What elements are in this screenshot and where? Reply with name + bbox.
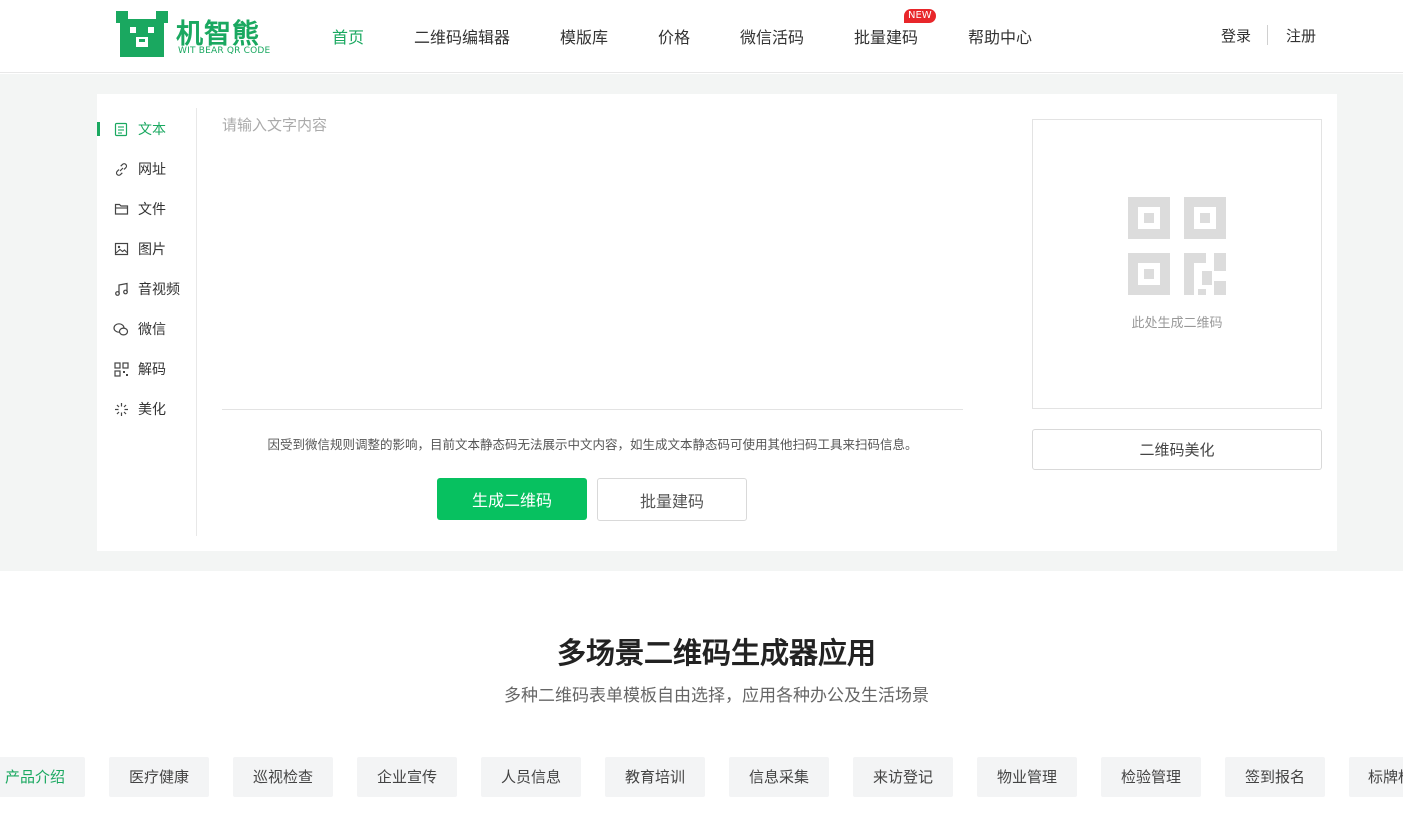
sidebar-item-label: 音视频 [138, 282, 180, 298]
nav-qr-editor[interactable]: 二维码编辑器 [414, 24, 510, 48]
sidebar-active-indicator [97, 122, 100, 136]
wechat-notice: 因受到微信规则调整的影响，目前文本静态码无法展示中文内容，如生成文本静态码可使用… [267, 437, 918, 452]
nav-templates[interactable]: 模版库 [560, 24, 608, 48]
scene-tab-medical[interactable]: 医疗健康 [109, 757, 209, 797]
sidebar-item-label: 图片 [138, 242, 166, 258]
sidebar-item-label: 美化 [138, 402, 166, 418]
batch-create-button[interactable]: 批量建码 [597, 478, 747, 521]
scene-tab-product-intro[interactable]: 产品介绍 [0, 757, 85, 797]
scene-tab-personnel[interactable]: 人员信息 [481, 757, 581, 797]
nav-help-center[interactable]: 帮助中心 [968, 24, 1032, 48]
beautify-qr-button[interactable]: 二维码美化 [1032, 429, 1322, 470]
generator-panel: 文本 网址 文件 图片 音视频 微信 解码 美化 请输入文字内容 因受到微信规则… [97, 94, 1337, 551]
scene-tab-education[interactable]: 教育培训 [605, 757, 705, 797]
sidebar-item-beautify[interactable]: 美化 [113, 397, 213, 421]
scene-tab-signage[interactable]: 标牌标 [1349, 757, 1403, 797]
scene-tab-visitor[interactable]: 来访登记 [853, 757, 953, 797]
logo-name-en: WIT BEAR QR CODE [178, 46, 271, 56]
document-icon [113, 121, 129, 137]
top-header: 机智熊 WIT BEAR QR CODE 首页 二维码编辑器 模版库 价格 微信… [0, 0, 1403, 73]
sidebar-item-url[interactable]: 网址 [113, 157, 213, 181]
wechat-icon [113, 321, 129, 337]
new-badge: NEW [904, 9, 936, 23]
login-link[interactable]: 登录 [1221, 25, 1251, 46]
scene-tab-inspection[interactable]: 巡视检查 [233, 757, 333, 797]
scene-tab-property[interactable]: 物业管理 [977, 757, 1077, 797]
sidebar-item-wechat[interactable]: 微信 [113, 317, 213, 341]
scene-tab-info-collection[interactable]: 信息采集 [729, 757, 829, 797]
folder-icon [113, 201, 129, 217]
music-icon [113, 281, 129, 297]
nav-home[interactable]: 首页 [332, 24, 364, 48]
nav-batch-create[interactable]: 批量建码 [854, 24, 918, 48]
sidebar-item-label: 网址 [138, 162, 166, 178]
scene-tab-signup[interactable]: 签到报名 [1225, 757, 1325, 797]
bear-logo-icon [116, 11, 168, 57]
sidebar-item-file[interactable]: 文件 [113, 197, 213, 221]
sidebar-item-image[interactable]: 图片 [113, 237, 213, 261]
sidebar-item-text[interactable]: 文本 [113, 117, 213, 141]
auth-divider [1267, 25, 1268, 45]
link-icon [113, 161, 129, 177]
sidebar-divider [196, 108, 197, 536]
sidebar-item-audio-video[interactable]: 音视频 [113, 277, 213, 301]
generate-qr-button[interactable]: 生成二维码 [437, 478, 587, 520]
nav-wechat-live-code[interactable]: 微信活码 [740, 24, 804, 48]
sparkle-icon [113, 401, 129, 417]
sidebar-item-label: 解码 [138, 362, 166, 378]
text-content-input[interactable] [222, 114, 962, 409]
scene-tab-corporate[interactable]: 企业宣传 [357, 757, 457, 797]
image-icon [113, 241, 129, 257]
sidebar-item-decode[interactable]: 解码 [113, 357, 213, 381]
section-title: 多场景二维码生成器应用 [556, 636, 876, 670]
editor-divider [222, 409, 963, 410]
logo[interactable]: 机智熊 WIT BEAR QR CODE [116, 11, 276, 59]
scene-tab-testing[interactable]: 检验管理 [1101, 757, 1201, 797]
nav-pricing[interactable]: 价格 [658, 24, 690, 48]
qr-preview-caption: 此处生成二维码 [1131, 316, 1223, 331]
qr-scan-icon [113, 361, 129, 377]
section-subtitle: 多种二维码表单模板自由选择，应用各种办公及生活场景 [504, 686, 929, 706]
qr-placeholder-icon [1128, 197, 1226, 295]
sidebar-item-label: 文件 [138, 202, 166, 218]
qr-preview-box: 此处生成二维码 [1032, 119, 1322, 409]
sidebar-item-label: 微信 [138, 322, 166, 338]
register-link[interactable]: 注册 [1286, 25, 1316, 46]
sidebar-item-label: 文本 [138, 122, 166, 138]
